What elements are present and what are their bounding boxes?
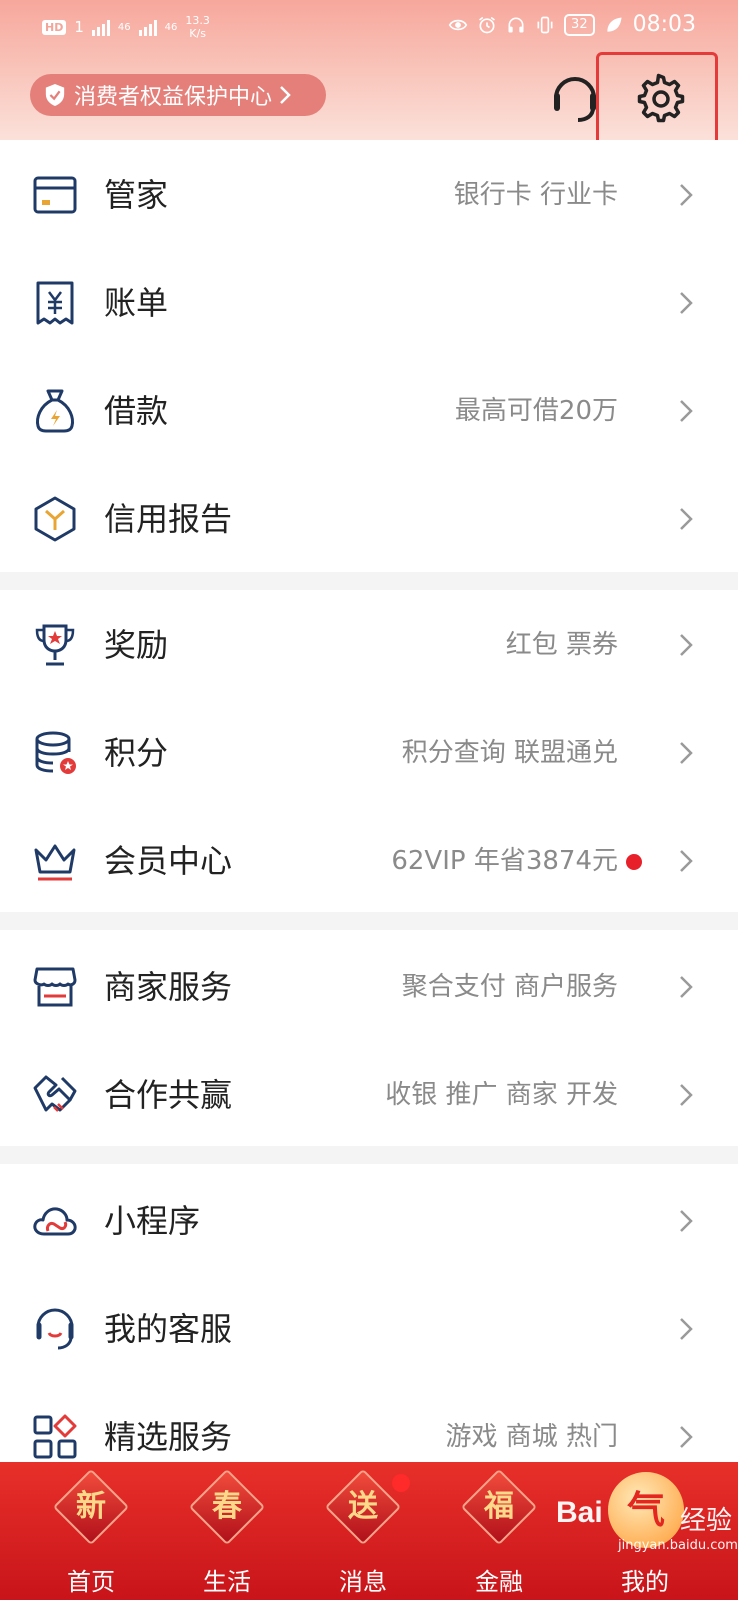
tab-label: 我的	[621, 1568, 669, 1596]
cloud-icon	[33, 1207, 77, 1236]
menu-item-label: 合作共赢	[104, 1076, 233, 1114]
chevron-right-icon	[680, 634, 693, 656]
chevron-right-icon	[680, 508, 693, 530]
network-type-2: 46	[164, 21, 178, 33]
menu-item-member-center[interactable]: 会员中心 62VIP 年省3874元	[0, 806, 738, 916]
menu-item-label: 账单	[104, 284, 169, 322]
chevron-right-icon	[680, 742, 693, 764]
chevron-right-icon	[680, 292, 693, 314]
menu-item-label: 我的客服	[104, 1310, 233, 1348]
signal-icon	[91, 18, 110, 36]
store-icon	[33, 967, 77, 1007]
menu-item-cooperation[interactable]: 合作共赢 收银 推广 商家 开发	[0, 1040, 738, 1150]
menu-item-label: 借款	[104, 392, 169, 430]
chevron-right-icon	[680, 1210, 693, 1232]
menu-item-subtitle: 收银 推广 商家 开发	[385, 1080, 618, 1110]
menu-item-jiekuan[interactable]: 借款 最高可借20万	[0, 356, 738, 466]
shield-icon	[45, 84, 65, 106]
headset-icon	[36, 1308, 74, 1350]
menu-item-label: 管家	[104, 176, 169, 214]
handshake-icon	[33, 1075, 77, 1112]
tab-badge-char: 新	[76, 1489, 106, 1524]
leaf-icon	[606, 17, 622, 32]
tab-badge: 送	[324, 1468, 402, 1546]
watermark-cn: 经验	[680, 1506, 733, 1536]
trophy-icon	[35, 624, 75, 666]
menu-item-subtitle: 62VIP 年省3874元	[391, 846, 618, 876]
clock-time: 08:03	[632, 12, 696, 37]
tab-badge-char: 春	[212, 1489, 242, 1524]
menu-item-label: 奖励	[104, 626, 169, 664]
tab-life[interactable]: 春 生活	[172, 1462, 282, 1600]
network-type: 46	[117, 21, 131, 33]
menu-item-rewards[interactable]: 奖励 红包 票券	[0, 590, 738, 700]
battery-indicator: 32	[564, 13, 595, 36]
loan-bag-icon	[36, 389, 74, 433]
menu-item-merchant-services[interactable]: 商家服务 聚合支付 商户服务	[0, 932, 738, 1042]
sim-slot: 1	[74, 18, 84, 36]
crown-icon	[34, 844, 76, 881]
eye-icon	[448, 19, 468, 30]
consumer-protection-label: 消费者权益保护中心	[74, 85, 273, 110]
hd-badge: HD	[42, 19, 67, 35]
baidu-jingyan-watermark: Bai 经验 jingyan.baidu.com	[556, 1496, 738, 1558]
tab-badge-char: 福	[484, 1489, 514, 1524]
menu-item-subtitle: 最高可借20万	[454, 396, 618, 426]
points-coins-icon	[35, 731, 76, 774]
menu-item-subtitle: 聚合支付 商户服务	[401, 972, 618, 1002]
chevron-right-icon	[680, 1318, 693, 1340]
menu-item-subtitle: 银行卡 行业卡	[453, 180, 618, 210]
tab-badge: 福	[460, 1468, 538, 1546]
notification-dot	[626, 854, 642, 870]
tab-label: 首页	[67, 1568, 115, 1596]
menu-item-guanjia[interactable]: 管家 银行卡 行业卡	[0, 140, 738, 250]
menu-item-mini-programs[interactable]: 小程序	[0, 1166, 738, 1276]
menu-item-label: 商家服务	[104, 968, 233, 1006]
menu-item-points[interactable]: 积分 积分查询 联盟通兑	[0, 698, 738, 808]
chevron-right-icon	[680, 1084, 693, 1106]
chevron-right-icon	[680, 850, 693, 872]
vibrate-icon	[537, 16, 553, 33]
status-bar: HD 1 46 46 13.3 K/s 32 08:03	[0, 0, 738, 52]
menu-item-credit-report[interactable]: 信用报告	[0, 464, 738, 574]
chevron-right-icon	[680, 1426, 693, 1448]
messages-notification-dot	[392, 1474, 410, 1492]
tab-finance[interactable]: 福 金融	[444, 1462, 554, 1600]
menu-item-label: 会员中心	[104, 842, 233, 880]
chevron-right-icon	[680, 184, 693, 206]
menu-item-subtitle: 红包 票券	[505, 630, 618, 660]
menu-item-zhangdan[interactable]: 账单	[0, 248, 738, 358]
bill-icon	[36, 281, 74, 325]
menu-item-label: 小程序	[104, 1202, 201, 1240]
alarm-icon	[479, 16, 496, 33]
headphones-icon	[508, 17, 524, 32]
tab-home[interactable]: 新 首页	[36, 1462, 146, 1600]
chevron-right-icon	[280, 86, 291, 104]
tab-badge: 春	[188, 1468, 266, 1546]
watermark-logo: Bai	[556, 1496, 603, 1529]
tab-badge: 新	[52, 1468, 130, 1546]
credit-report-icon	[34, 496, 76, 542]
menu-item-my-customer-service[interactable]: 我的客服	[0, 1274, 738, 1384]
tab-label: 生活	[203, 1568, 251, 1596]
customer-service-headset-icon[interactable]	[548, 72, 602, 126]
chevron-right-icon	[680, 400, 693, 422]
tab-badge-char: 送	[348, 1489, 378, 1524]
menu-item-label: 信用报告	[104, 500, 233, 538]
menu-item-subtitle: 积分查询 联盟通兑	[401, 738, 618, 768]
signal-icon-2	[138, 18, 157, 36]
card-icon	[33, 176, 77, 214]
tab-label: 金融	[475, 1568, 523, 1596]
chevron-right-icon	[680, 976, 693, 998]
tab-label: 消息	[339, 1568, 387, 1596]
network-speed: 13.3 K/s	[185, 14, 210, 40]
menu-item-label: 积分	[104, 734, 169, 772]
apps-grid-icon	[33, 1414, 77, 1459]
consumer-protection-button[interactable]: 消费者权益保护中心	[30, 74, 326, 116]
watermark-url: jingyan.baidu.com	[618, 1538, 738, 1553]
